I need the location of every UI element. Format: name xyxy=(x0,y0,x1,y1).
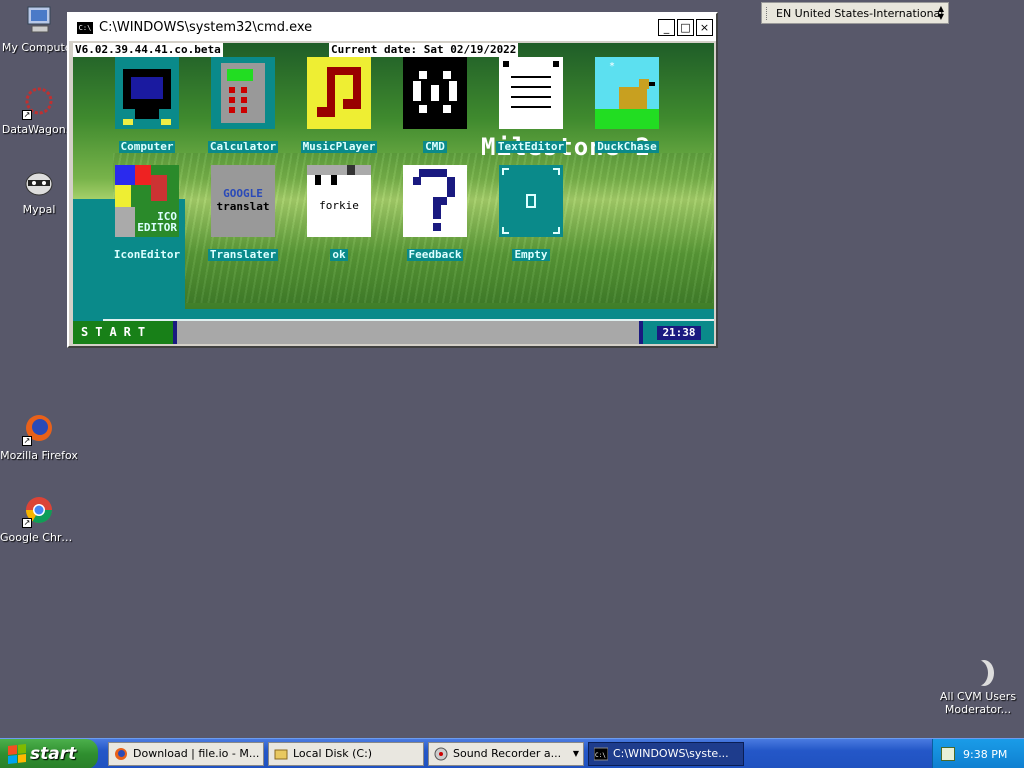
icon-editor-icon: ICO EDITOR xyxy=(115,165,179,237)
close-button[interactable]: × xyxy=(696,19,713,36)
desktop-icon-firefox[interactable]: ↗ Mozilla Firefox xyxy=(0,412,78,462)
cmd-window[interactable]: C:\ C:\WINDOWS\system32\cmd.exe _ □ × V6… xyxy=(67,12,718,348)
svg-text:*: * xyxy=(609,61,615,72)
network-icon[interactable] xyxy=(941,747,955,761)
task-sound-recorder[interactable]: Sound Recorder a... ▼ xyxy=(428,742,584,766)
cmd-icon: C:\ xyxy=(593,747,609,761)
app-translater[interactable]: GOOGLE translat Translater xyxy=(200,165,286,262)
task-label: C:\WINDOWS\syste... xyxy=(613,747,729,760)
cvm-users-label: All CVM Users Moderator... xyxy=(939,690,1017,716)
minimize-button[interactable]: _ xyxy=(658,19,675,36)
app-iconeditor[interactable]: ICO EDITOR IconEditor xyxy=(104,165,190,262)
app-label: Feedback xyxy=(406,248,464,261)
shortcut-arrow-icon: ↗ xyxy=(22,110,32,120)
start-button[interactable]: start xyxy=(0,739,98,768)
duck-icon: * xyxy=(595,57,659,129)
desktop-icon-chrome[interactable]: ↗ Google Chrome xyxy=(0,494,78,544)
windows-logo-icon xyxy=(8,744,26,764)
date-text: Current date: Sat 02/19/2022 xyxy=(329,43,519,57)
computer-icon xyxy=(115,57,179,129)
app-icon-text: translat xyxy=(216,200,270,213)
console-clock: 21:38 xyxy=(657,326,701,340)
desktop-icon-label: Google Chrome xyxy=(0,531,78,544)
app-cmd[interactable]: CMD xyxy=(392,57,478,154)
app-label: CMD xyxy=(423,140,447,153)
task-firefox-download[interactable]: Download | file.io - M... xyxy=(108,742,264,766)
chevron-down-icon[interactable]: ▼ xyxy=(573,743,579,765)
window-titlebar[interactable]: C:\ C:\WINDOWS\system32\cmd.exe _ □ × xyxy=(69,14,716,41)
cmd-icon: C:\ xyxy=(77,21,93,34)
computer-icon xyxy=(22,4,56,38)
tray-clock[interactable]: 9:38 PM xyxy=(963,748,1007,761)
shortcut-arrow-icon: ↗ xyxy=(22,518,32,528)
app-label: Calculator xyxy=(207,140,279,153)
app-musicplayer[interactable]: MusicPlayer xyxy=(296,57,382,154)
app-duckchase[interactable]: * DuckChase xyxy=(584,57,670,154)
app-texteditor[interactable]: TextEditor xyxy=(488,57,574,154)
maximize-button[interactable]: □ xyxy=(677,19,694,36)
app-label: Computer xyxy=(118,140,176,153)
app-icon-text: GOOGLE xyxy=(223,187,263,200)
console-start-button[interactable]: START xyxy=(73,321,173,344)
app-label: TextEditor xyxy=(495,140,567,153)
app-feedback[interactable]: Feedback xyxy=(392,165,478,262)
chevron-updown-icon[interactable]: ▲ ▼ xyxy=(938,5,944,21)
system-tray: 9:38 PM xyxy=(932,739,1024,768)
calculator-icon xyxy=(211,57,275,129)
app-label: Translater xyxy=(207,248,279,261)
task-local-disk[interactable]: Local Disk (C:) xyxy=(268,742,424,766)
chrome-icon: ↗ xyxy=(22,494,56,528)
app-computer[interactable]: Computer xyxy=(104,57,190,154)
forkie-icon: forkie xyxy=(307,165,371,237)
cvm-users-icon-group[interactable]: All CVM Users Moderator... xyxy=(936,660,1020,716)
console-taskbar: START 21:38 xyxy=(73,309,714,344)
shortcut-arrow-icon: ↗ xyxy=(22,436,32,446)
sound-recorder-icon xyxy=(434,747,448,761)
app-label: ok xyxy=(330,248,348,261)
app-label: MusicPlayer xyxy=(300,140,378,153)
task-label: Sound Recorder a... xyxy=(453,747,562,760)
app-icon-text: forkie xyxy=(319,199,359,212)
raccoon-icon xyxy=(22,166,56,200)
app-ok[interactable]: forkie ok xyxy=(296,165,382,262)
app-label: IconEditor xyxy=(111,248,183,261)
console-screen[interactable]: V6.02.39.44.41.co.beta Current date: Sat… xyxy=(73,43,714,344)
music-note-icon xyxy=(307,57,371,129)
question-mark-icon xyxy=(403,165,467,237)
version-text: V6.02.39.44.41.co.beta xyxy=(73,43,223,57)
taskbar: start Download | file.io - M... Local Di… xyxy=(0,738,1024,768)
svg-text:C:\: C:\ xyxy=(595,752,606,759)
grip-handle[interactable] xyxy=(766,7,769,20)
window-title: C:\WINDOWS\system32\cmd.exe xyxy=(99,20,313,35)
task-label: Download | file.io - M... xyxy=(133,747,260,760)
app-label: Empty xyxy=(512,248,550,261)
start-label: start xyxy=(30,744,77,764)
document-icon xyxy=(499,57,563,129)
app-icon-text: ICO EDITOR xyxy=(137,210,177,234)
desktop-icon-label: Mozilla Firefox xyxy=(0,449,78,462)
firefox-icon: ↗ xyxy=(22,412,56,446)
task-cmd[interactable]: C:\ C:\WINDOWS\syste... xyxy=(588,742,744,766)
console-task-area xyxy=(173,321,643,344)
moon-icon xyxy=(968,660,988,686)
cmd-icon xyxy=(403,57,467,129)
app-empty[interactable]: Empty xyxy=(488,165,574,262)
datawagon-icon: ↗ xyxy=(22,86,56,120)
language-bar[interactable]: EN United States-International ▲ ▼ xyxy=(761,2,949,24)
language-label: EN United States-International xyxy=(776,6,944,20)
folder-icon xyxy=(274,747,288,761)
app-calculator[interactable]: Calculator xyxy=(200,57,286,154)
empty-icon xyxy=(499,165,563,237)
app-label: DuckChase xyxy=(595,140,659,153)
firefox-icon xyxy=(114,747,128,761)
translator-icon: GOOGLE translat xyxy=(211,165,275,237)
task-label: Local Disk (C:) xyxy=(293,747,373,760)
